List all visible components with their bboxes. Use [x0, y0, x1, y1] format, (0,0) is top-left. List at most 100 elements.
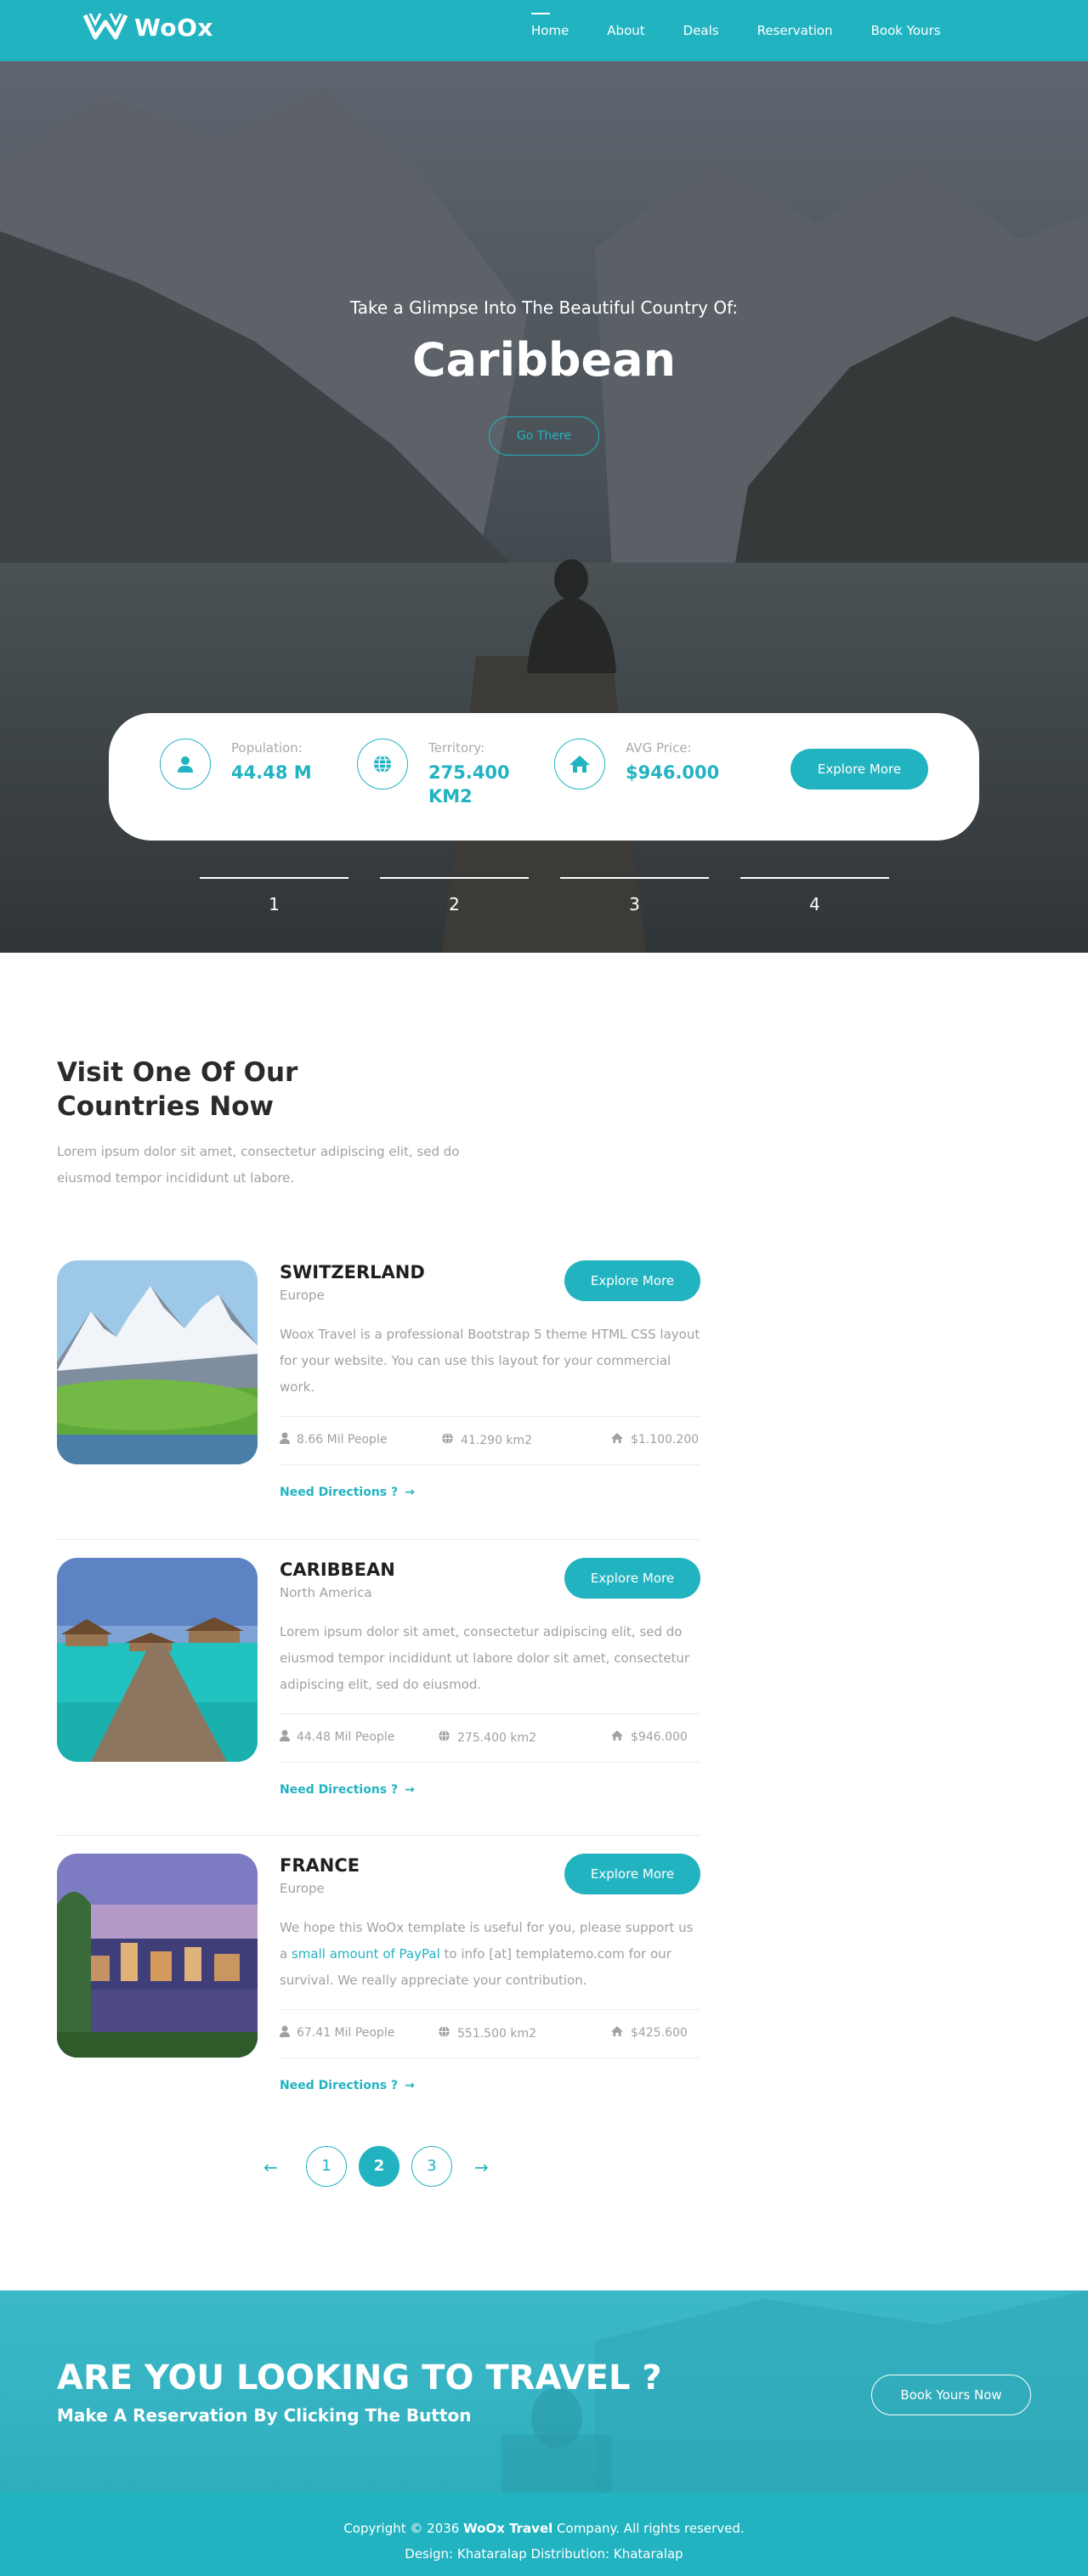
divider: [57, 1539, 700, 1540]
price-stat: $1.100.200: [610, 1432, 699, 1447]
country-image[interactable]: [57, 1260, 258, 1464]
copyright-text: Copyright © 2036 WoOx Travel Company. Al…: [0, 2521, 1088, 2536]
avg-price-value: $946.000: [626, 762, 720, 783]
design-link[interactable]: Khataralap: [457, 2546, 527, 2562]
country-region: Europe: [280, 1288, 325, 1303]
price-value: $946.000: [631, 1730, 688, 1744]
user-icon: [160, 739, 211, 790]
need-directions-link[interactable]: Need Directions ? →: [280, 1486, 415, 1499]
country-image[interactable]: [57, 1854, 258, 2058]
people-value: 44.48 Mil People: [297, 1730, 395, 1744]
distribution-label: Distribution:: [526, 2546, 614, 2562]
logo-text: WoOx: [134, 13, 213, 42]
copyright-prefix: Copyright © 2036: [343, 2521, 464, 2536]
arrow-right-icon: →: [405, 1486, 415, 1499]
distribution-link[interactable]: Khataralap: [614, 2546, 683, 2562]
directions-label: Need Directions ?: [280, 1486, 399, 1499]
country-info-card: Population: 44.48 M Territory: 275.400 K…: [109, 713, 979, 841]
globe-icon: [357, 739, 408, 790]
globe-icon: [438, 1730, 450, 1746]
nav-item-deals[interactable]: Deals: [683, 23, 719, 38]
explore-more-button[interactable]: Explore More: [790, 749, 928, 790]
arrow-right-icon: →: [405, 1783, 415, 1797]
go-there-button[interactable]: Go There: [489, 416, 599, 456]
area-stat: 551.500 km2: [438, 2025, 536, 2041]
need-directions-link[interactable]: Need Directions ? →: [280, 2079, 415, 2092]
country-stats: 67.41 Mil People 551.500 km2 $425.600: [280, 2009, 700, 2058]
nav-item-book-yours[interactable]: Book Yours: [871, 23, 941, 38]
country-region: Europe: [280, 1881, 325, 1896]
site-header: WoOx Home About Deals Reservation Book Y…: [0, 0, 1088, 61]
price-value: $425.600: [631, 2026, 688, 2040]
explore-more-button[interactable]: Explore More: [564, 1854, 700, 1894]
prev-page-arrow-icon[interactable]: ←: [264, 2157, 278, 2177]
slide-tab-3[interactable]: 3: [560, 877, 709, 914]
site-footer: Copyright © 2036 WoOx Travel Company. Al…: [0, 2493, 1088, 2576]
home-icon: [610, 1432, 624, 1447]
slide-tab-4[interactable]: 4: [740, 877, 889, 914]
country-description: Woox Travel is a professional Bootstrap …: [280, 1327, 700, 1395]
book-yours-now-button[interactable]: Book Yours Now: [871, 2375, 1031, 2415]
next-page-arrow-icon[interactable]: →: [474, 2157, 489, 2177]
slide-tab-1[interactable]: 1: [200, 877, 348, 914]
arrow-right-icon: →: [405, 2079, 415, 2092]
country-stats: 8.66 Mil People 41.290 km2 $1.100.200: [280, 1416, 700, 1465]
area-value: 275.400 km2: [457, 1730, 536, 1745]
country-name: SWITZERLAND: [280, 1262, 425, 1282]
paypal-link[interactable]: small amount of PayPal: [292, 1946, 440, 1962]
logo[interactable]: WoOx: [83, 10, 213, 44]
country-item: SWITZERLAND Europe Explore More Woox Tra…: [57, 1260, 700, 1499]
directions-label: Need Directions ?: [280, 1783, 399, 1797]
territory-label: Territory:: [428, 740, 485, 756]
price-stat: $425.600: [610, 2025, 688, 2041]
cta-title: ARE YOU LOOKING TO TRAVEL ?: [57, 2358, 662, 2398]
area-stat: 41.290 km2: [441, 1432, 532, 1448]
slide-tab-2[interactable]: 2: [380, 877, 529, 914]
globe-icon: [438, 2025, 450, 2041]
country-name: CARIBBEAN: [280, 1560, 395, 1580]
territory-info: Territory: 275.400 KM2: [357, 739, 510, 808]
area-stat: 275.400 km2: [438, 1730, 536, 1746]
hero-title: Caribbean: [411, 333, 677, 387]
area-value: 551.500 km2: [457, 2026, 536, 2041]
country-item: CARIBBEAN North America Explore More Lor…: [57, 1558, 700, 1797]
avg-price-label: AVG Price:: [626, 740, 692, 756]
design-label: Design:: [405, 2546, 457, 2562]
people-stat: 44.48 Mil People: [280, 1730, 394, 1745]
avg-price-info: AVG Price: $946.000: [554, 739, 719, 790]
home-icon: [554, 739, 605, 790]
need-directions-link[interactable]: Need Directions ? →: [280, 1783, 415, 1797]
user-icon: [280, 1432, 290, 1447]
population-value: 44.48 M: [231, 762, 312, 783]
page-2[interactable]: 2: [359, 2146, 400, 2187]
country-region: North America: [280, 1585, 372, 1600]
population-info: Population: 44.48 M: [160, 739, 312, 790]
people-stat: 8.66 Mil People: [280, 1432, 387, 1447]
user-icon: [280, 2025, 290, 2041]
page-3[interactable]: 3: [411, 2146, 452, 2187]
country-item: FRANCE Europe Explore More We hope this …: [57, 1854, 700, 2092]
people-value: 67.41 Mil People: [297, 2026, 395, 2040]
country-image[interactable]: [57, 1558, 258, 1762]
nav-item-home[interactable]: Home: [531, 13, 569, 38]
user-icon: [280, 1730, 290, 1745]
explore-more-button[interactable]: Explore More: [564, 1558, 700, 1599]
cta-subtitle: Make A Reservation By Clicking The Butto…: [57, 2405, 472, 2426]
price-value: $1.100.200: [631, 1433, 700, 1447]
country-name: FRANCE: [280, 1855, 360, 1876]
credits-text: Design: Khataralap Distribution: Khatara…: [0, 2546, 1088, 2562]
territory-value: 275.400 KM2: [428, 761, 510, 808]
divider: [57, 1835, 700, 1836]
nav-item-reservation[interactable]: Reservation: [757, 23, 833, 38]
page-1[interactable]: 1: [306, 2146, 347, 2187]
hero-subtitle: Take a Glimpse Into The Beautiful Countr…: [349, 297, 739, 318]
directions-label: Need Directions ?: [280, 2079, 399, 2092]
area-value: 41.290 km2: [461, 1433, 533, 1447]
territory-value-number: 275.400: [428, 762, 510, 783]
explore-more-button[interactable]: Explore More: [564, 1260, 700, 1301]
nav-item-about[interactable]: About: [607, 23, 644, 38]
main-nav: Home About Deals Reservation Book Yours: [531, 0, 979, 61]
people-value: 8.66 Mil People: [297, 1433, 388, 1447]
hero-banner: Take a Glimpse Into The Beautiful Countr…: [0, 61, 1088, 953]
pagination: ← 1 2 3 →: [255, 2146, 510, 2188]
